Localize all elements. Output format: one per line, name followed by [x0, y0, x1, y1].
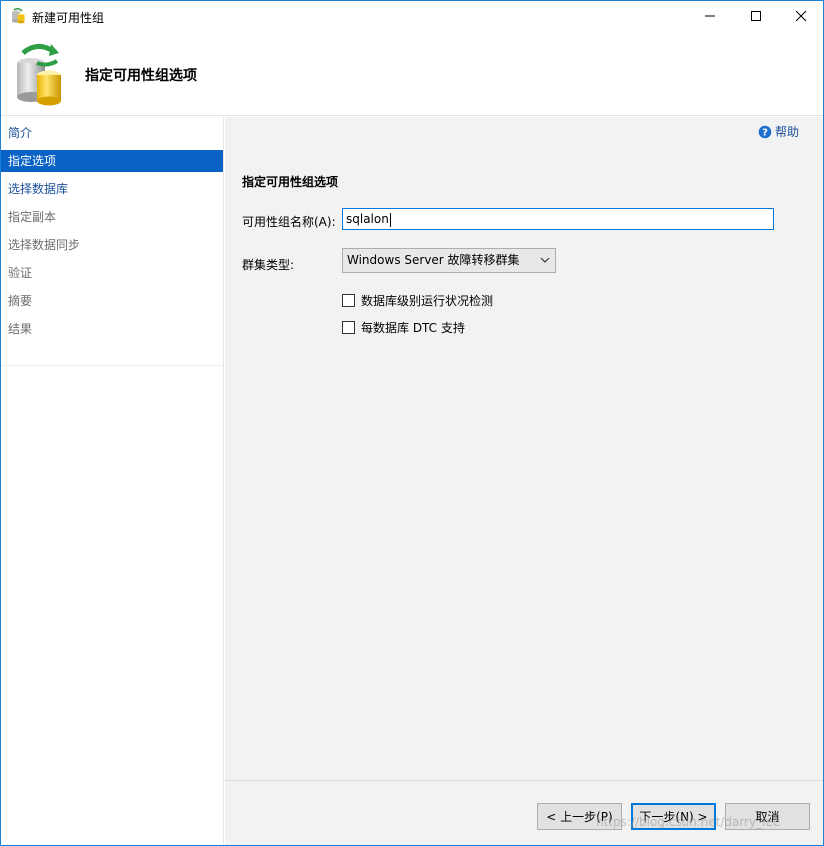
title-bar: 新建可用性组	[1, 1, 823, 31]
cluster-type-select[interactable]: Windows Server 故障转移群集	[342, 248, 556, 273]
nav-item-intro[interactable]: 简介	[1, 122, 223, 144]
dtc-support-option[interactable]: 每数据库 DTC 支持	[342, 319, 465, 336]
database-availability-icon	[17, 44, 61, 106]
minimize-button[interactable]	[687, 1, 733, 31]
help-label: 帮助	[775, 125, 800, 139]
db-health-detection-option[interactable]: 数据库级别运行状况检测	[342, 292, 493, 309]
ag-name-value: sqlalon	[346, 212, 389, 226]
cluster-type-label: 群集类型:	[242, 258, 295, 272]
chevron-down-icon	[540, 257, 550, 263]
wizard-steps-nav: 简介 指定选项 选择数据库 指定副本 选择数据同步 验证 摘要 结果	[1, 117, 224, 845]
nav-item-validation: 验证	[8, 266, 33, 280]
text-caret	[389, 212, 391, 227]
close-icon	[795, 10, 807, 22]
ag-name-input[interactable]: sqlalon	[342, 208, 774, 230]
section-title: 指定可用性组选项	[242, 175, 339, 189]
nav-item-summary: 摘要	[8, 294, 33, 308]
nav-item-specify-replicas: 指定副本	[8, 210, 57, 224]
nav-item-results: 结果	[8, 322, 33, 336]
maximize-button[interactable]	[733, 1, 779, 31]
options-panel: ? 帮助 指定可用性组选项 可用性组名称(A): sqlalon 群集类型: W…	[225, 117, 823, 780]
page-title: 指定可用性组选项	[85, 68, 197, 84]
ag-name-label: 可用性组名称(A):	[242, 215, 336, 229]
cluster-type-value: Windows Server 故障转移群集	[347, 253, 520, 267]
window-title: 新建可用性组	[32, 11, 105, 25]
nav-divider	[1, 365, 223, 366]
nav-item-select-databases[interactable]: 选择数据库	[1, 178, 223, 200]
wizard-footer: < 上一步(P) 下一步(N) > 取消	[225, 780, 823, 845]
nav-item-specify-options[interactable]: 指定选项	[1, 150, 223, 172]
svg-text:?: ?	[762, 127, 768, 138]
maximize-icon	[751, 11, 761, 21]
minimize-icon	[705, 15, 715, 17]
watermark: https://blog.csdn.net/darry_lee	[596, 815, 781, 829]
help-circle-icon: ?	[758, 125, 772, 138]
nav-item-data-sync: 选择数据同步	[8, 238, 81, 252]
help-link[interactable]: ? 帮助	[758, 123, 799, 140]
dialog-window: 新建可用性组 指定可用性组选项 简介 指定选项 选择数据库 指定副本 选择数据同…	[0, 0, 824, 846]
db-health-detection-checkbox[interactable]	[342, 294, 355, 307]
db-health-detection-label: 数据库级别运行状况检测	[361, 294, 494, 308]
database-availability-icon	[12, 8, 25, 24]
dtc-support-label: 每数据库 DTC 支持	[361, 321, 465, 335]
close-button[interactable]	[778, 1, 824, 31]
dtc-support-checkbox[interactable]	[342, 321, 355, 334]
wizard-header: 指定可用性组选项	[1, 31, 823, 116]
